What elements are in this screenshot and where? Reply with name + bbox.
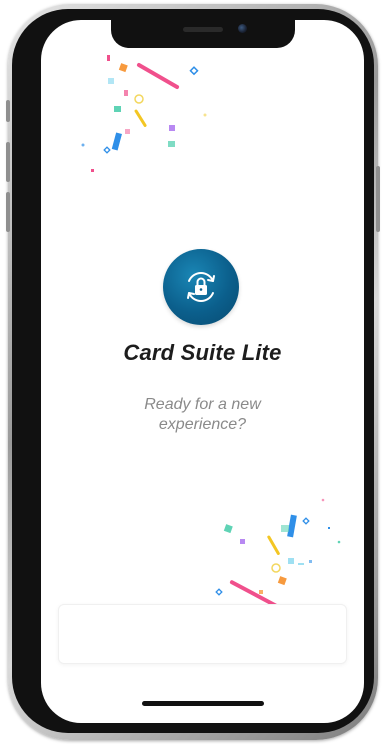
bottom-panel (58, 604, 347, 664)
app-title: Card Suite Lite (123, 340, 282, 365)
lock-refresh-icon (187, 272, 215, 302)
confetti-bottom (211, 490, 364, 610)
power-button (376, 166, 380, 232)
device-mockup: Card Suite Lite Ready for a new experien… (0, 0, 385, 744)
app-screen: Card Suite Lite Ready for a new experien… (41, 20, 364, 723)
welcome-subtitle: Ready for a new experience? (144, 396, 261, 433)
confetti-top (41, 20, 241, 200)
confetti-top-shapes (81, 55, 207, 172)
volume-down-button (6, 192, 10, 232)
home-indicator[interactable] (142, 701, 264, 706)
mute-switch (6, 100, 10, 122)
confetti-bottom-shapes (215, 498, 341, 609)
app-logo (163, 249, 239, 325)
volume-up-button (6, 142, 10, 182)
